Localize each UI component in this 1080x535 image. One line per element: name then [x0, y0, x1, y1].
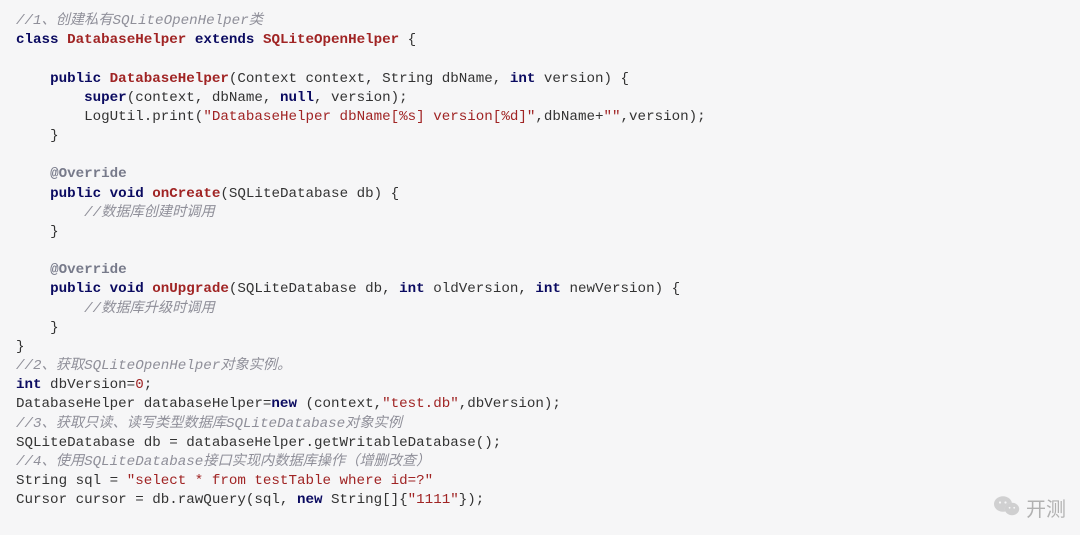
- code: SQLiteDatabase db = databaseHelper.getWr…: [16, 435, 501, 451]
- method-name: onUpgrade: [152, 281, 229, 297]
- code: dbVersion=: [42, 377, 136, 393]
- method-name: onCreate: [152, 186, 220, 202]
- code: (context, dbName,: [127, 90, 280, 106]
- keyword: public: [50, 71, 101, 87]
- brace: {: [399, 32, 416, 48]
- keyword: int: [535, 281, 561, 297]
- superclass: SQLiteOpenHelper: [263, 32, 399, 48]
- code-block: //1、创建私有SQLiteOpenHelper类 class Database…: [0, 0, 1080, 524]
- code: String sql =: [16, 473, 127, 489]
- brace: }: [50, 224, 59, 240]
- code: ;: [144, 377, 153, 393]
- brace: }: [50, 128, 59, 144]
- string: "select * from testTable where id=?": [127, 473, 434, 489]
- params: (SQLiteDatabase db,: [229, 281, 399, 297]
- brace: }: [50, 320, 59, 336]
- keyword: new: [271, 396, 297, 412]
- keyword: void: [110, 281, 144, 297]
- keyword: null: [280, 90, 314, 106]
- brace: }: [16, 339, 25, 355]
- keyword: public: [50, 186, 101, 202]
- number: 0: [135, 377, 144, 393]
- annotation: @Override: [50, 166, 127, 182]
- code: (context,: [297, 396, 382, 412]
- keyword: public: [50, 281, 101, 297]
- string: "": [604, 109, 621, 125]
- keyword: class: [16, 32, 59, 48]
- code: ,dbVersion);: [459, 396, 561, 412]
- comment: //数据库创建时调用: [84, 205, 215, 221]
- code: , version);: [314, 90, 408, 106]
- keyword: int: [399, 281, 425, 297]
- constructor-name: DatabaseHelper: [110, 71, 229, 87]
- comment: //1、创建私有SQLiteOpenHelper类: [16, 13, 263, 29]
- keyword: super: [84, 90, 127, 106]
- params: (Context context, String dbName,: [229, 71, 510, 87]
- code: DatabaseHelper databaseHelper=: [16, 396, 271, 412]
- comment: //4、使用SQLiteDatabase接口实现内数据库操作（增删改查）: [16, 454, 430, 470]
- keyword: void: [110, 186, 144, 202]
- code: ,dbName+: [535, 109, 603, 125]
- keyword: int: [16, 377, 42, 393]
- code: LogUtil.print(: [84, 109, 203, 125]
- comment: //2、获取SQLiteOpenHelper对象实例。: [16, 358, 291, 374]
- comment: //数据库升级时调用: [84, 301, 215, 317]
- params: (SQLiteDatabase db) {: [220, 186, 399, 202]
- class-name: DatabaseHelper: [67, 32, 186, 48]
- comment: //3、获取只读、读写类型数据库SQLiteDatabase对象实例: [16, 416, 402, 432]
- string: "DatabaseHelper dbName[%s] version[%d]": [203, 109, 535, 125]
- keyword: extends: [195, 32, 255, 48]
- code: ,version);: [621, 109, 706, 125]
- keyword: int: [510, 71, 536, 87]
- params: newVersion) {: [561, 281, 680, 297]
- string: "test.db": [382, 396, 459, 412]
- params: version) {: [535, 71, 629, 87]
- annotation: @Override: [50, 262, 127, 278]
- params: oldVersion,: [425, 281, 536, 297]
